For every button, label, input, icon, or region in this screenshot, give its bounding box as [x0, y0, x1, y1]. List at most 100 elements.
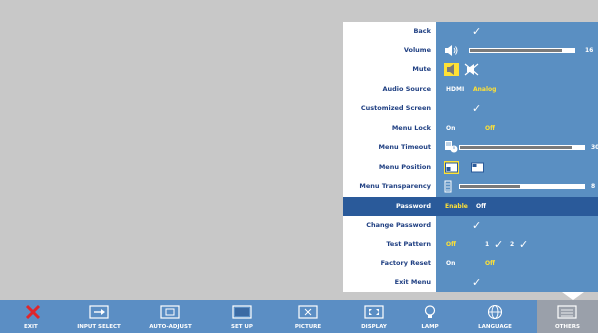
input-select-icon: [89, 305, 109, 319]
projector-osd-screen: Back ✓ Volume 16 Mute Audio Source HDMI …: [0, 0, 598, 333]
menu-row-menu-position[interactable]: Menu Position: [343, 159, 598, 176]
transparency-slider-fill: [460, 185, 520, 188]
option-pattern-2[interactable]: 2: [510, 236, 514, 253]
menu-row-value: ✓: [442, 274, 598, 291]
speaker-icon: [445, 45, 458, 56]
menu-row-label: Factory Reset: [380, 259, 431, 267]
menu-row-value: 16: [442, 42, 598, 59]
menu-row-test-pattern[interactable]: Test Pattern Off 1 ✓ 2 ✓: [343, 236, 598, 253]
display-icon: [364, 305, 384, 319]
menu-row-factory-reset[interactable]: Factory Reset On Off: [343, 255, 598, 272]
timeout-value: 30: [591, 144, 598, 151]
menu-row-value: 8: [442, 178, 598, 195]
menu-row-customized-screen[interactable]: Customized Screen ✓: [343, 100, 598, 117]
checkmark-icon[interactable]: ✓: [519, 237, 528, 252]
setup-icon: [232, 305, 252, 319]
toolbar-set-up[interactable]: SET UP: [209, 300, 275, 333]
position-bottom-left-icon[interactable]: [444, 161, 459, 174]
timeout-icon: [445, 141, 458, 153]
checkmark-icon[interactable]: ✓: [472, 101, 481, 116]
lamp-icon: [424, 305, 436, 318]
speaker-on-icon[interactable]: [444, 63, 459, 76]
menu-row-label: Menu Lock: [391, 124, 431, 132]
toolbar-others[interactable]: OTHERS: [537, 300, 598, 333]
volume-value: 16: [585, 47, 594, 54]
menu-row-label: Menu Transparency: [359, 182, 431, 190]
toolbar-auto-adjust[interactable]: AUTO-ADJUST: [132, 300, 209, 333]
option-pattern-1[interactable]: 1: [485, 236, 489, 253]
menu-row-value: HDMI Analog: [442, 81, 598, 98]
menu-row-label: Password: [395, 202, 431, 210]
toolbar-label: AUTO-ADJUST: [149, 324, 192, 330]
toolbar-label: DISPLAY: [361, 324, 387, 330]
menu-row-label: Menu Position: [378, 163, 431, 171]
toolbar-input-select[interactable]: INPUT SELECT: [66, 300, 132, 333]
option-off[interactable]: Off: [476, 197, 486, 216]
menu-row-label: Mute: [412, 65, 431, 73]
picture-icon: [298, 305, 318, 319]
option-hdmi[interactable]: HDMI: [446, 81, 464, 98]
position-top-left-icon[interactable]: [470, 161, 485, 174]
menu-row-value: ✓: [442, 23, 598, 40]
menu-row-label: Test Pattern: [386, 240, 431, 248]
toolbar-language[interactable]: LANGUAGE: [453, 300, 537, 333]
checkmark-icon[interactable]: ✓: [472, 24, 481, 39]
menu-row-label: Customized Screen: [360, 104, 431, 112]
others-menu-panel: Back ✓ Volume 16 Mute Audio Source HDMI …: [343, 22, 598, 292]
menu-row-value: On Off: [442, 255, 598, 272]
bottom-toolbar: EXIT INPUT SELECT AUTO-ADJUST SET UP PIC…: [0, 300, 598, 333]
menu-row-label: Volume: [403, 46, 431, 54]
menu-row-label: Change Password: [366, 221, 431, 229]
toolbar-display[interactable]: DISPLAY: [341, 300, 407, 333]
toolbar-exit[interactable]: EXIT: [0, 300, 66, 333]
menu-row-exit-menu[interactable]: Exit Menu ✓: [343, 274, 598, 291]
active-tab-pointer: [562, 292, 584, 300]
others-icon: [557, 305, 577, 319]
menu-row-menu-transparency[interactable]: Menu Transparency 8: [343, 178, 598, 195]
menu-row-menu-lock[interactable]: Menu Lock On Off: [343, 120, 598, 137]
option-enable[interactable]: Enable: [445, 197, 468, 216]
toolbar-label: LAMP: [421, 324, 439, 330]
toolbar-label: INPUT SELECT: [77, 324, 121, 330]
menu-row-label: Menu Timeout: [378, 143, 431, 151]
toolbar-label: OTHERS: [555, 324, 580, 330]
toolbar-label: PICTURE: [294, 324, 322, 330]
volume-slider[interactable]: [469, 48, 575, 53]
transparency-slider[interactable]: [459, 184, 585, 189]
toolbar-label: LANGUAGE: [478, 324, 512, 330]
option-off[interactable]: Off: [485, 120, 495, 137]
checkmark-icon[interactable]: ✓: [472, 218, 481, 233]
menu-row-volume[interactable]: Volume 16: [343, 42, 598, 59]
checkmark-icon[interactable]: ✓: [494, 237, 503, 252]
option-off[interactable]: Off: [446, 236, 456, 253]
menu-row-label: Exit Menu: [394, 278, 431, 286]
menu-row-audio-source[interactable]: Audio Source HDMI Analog: [343, 81, 598, 98]
menu-row-menu-timeout[interactable]: Menu Timeout 30: [343, 139, 598, 156]
menu-row-value: Off 1 ✓ 2 ✓: [442, 236, 598, 253]
toolbar-label: EXIT: [24, 324, 38, 330]
checkmark-icon[interactable]: ✓: [472, 275, 481, 290]
timeout-slider[interactable]: [459, 145, 585, 150]
menu-row-change-password[interactable]: Change Password ✓: [343, 217, 598, 234]
toolbar-lamp[interactable]: LAMP: [407, 300, 453, 333]
transparency-value: 8: [591, 183, 596, 190]
toolbar-picture[interactable]: PICTURE: [275, 300, 341, 333]
timeout-slider-fill: [460, 146, 572, 149]
option-analog[interactable]: Analog: [473, 81, 496, 98]
menu-row-value: ✓: [442, 217, 598, 234]
menu-row-label: Back: [413, 27, 431, 35]
menu-row-value: [442, 159, 598, 176]
speaker-muted-icon[interactable]: [464, 63, 479, 76]
menu-row-value: Enable Off: [442, 197, 598, 214]
option-on[interactable]: On: [446, 120, 455, 137]
menu-row-mute[interactable]: Mute: [343, 61, 598, 78]
option-on[interactable]: On: [446, 255, 455, 272]
auto-adjust-icon: [160, 305, 180, 319]
language-icon: [487, 304, 503, 320]
menu-row-value: On Off: [442, 120, 598, 137]
option-off[interactable]: Off: [485, 255, 495, 272]
menu-row-back[interactable]: Back ✓: [343, 23, 598, 40]
menu-row-value: [442, 61, 598, 78]
menu-row-value: ✓: [442, 100, 598, 117]
menu-row-password[interactable]: Password Enable Off: [343, 197, 598, 216]
